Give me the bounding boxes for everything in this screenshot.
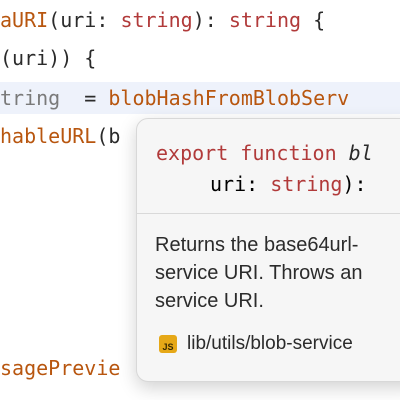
call-expression: blobHashFromBlobServ — [108, 86, 350, 110]
signature-block: export function bl uri: string): — [137, 119, 400, 214]
doc-comment: Returns the base64url-service URI. Throw… — [155, 231, 400, 315]
source-path[interactable]: lib/utils/blob-service — [187, 333, 353, 355]
function-name: hableURL — [0, 124, 97, 148]
doc-line: service URI. Throws an — [155, 262, 363, 284]
signature-line-1: export function bl — [156, 141, 373, 165]
type-annotation: tring — [0, 86, 61, 110]
signature-line-2: uri: string): — [210, 172, 367, 196]
code-line-5: sagePrevie — [0, 352, 120, 384]
function-name: sagePrevie — [0, 356, 121, 380]
param-name: uri — [60, 8, 97, 32]
hover-tooltip[interactable]: export function bl uri: string): Returns… — [136, 118, 400, 382]
function-name: aURI — [0, 8, 49, 32]
source-file-link[interactable]: JS lib/utils/blob-service — [159, 331, 353, 357]
javascript-file-icon: JS — [159, 335, 177, 353]
code-line-3-current: tring = blobHashFromBlobServ — [0, 82, 400, 114]
code-line-2: (uri)) { — [0, 46, 97, 70]
param-type: string — [120, 8, 193, 32]
signature-function-name: bl — [348, 141, 373, 165]
code-line-1: aURI(uri: string): string { — [0, 8, 326, 32]
doc-line: service URI. — [155, 290, 264, 312]
doc-line: Returns the base64url- — [155, 234, 359, 256]
code-line-4: hableURL(b — [0, 124, 121, 148]
return-type: string — [228, 8, 302, 32]
